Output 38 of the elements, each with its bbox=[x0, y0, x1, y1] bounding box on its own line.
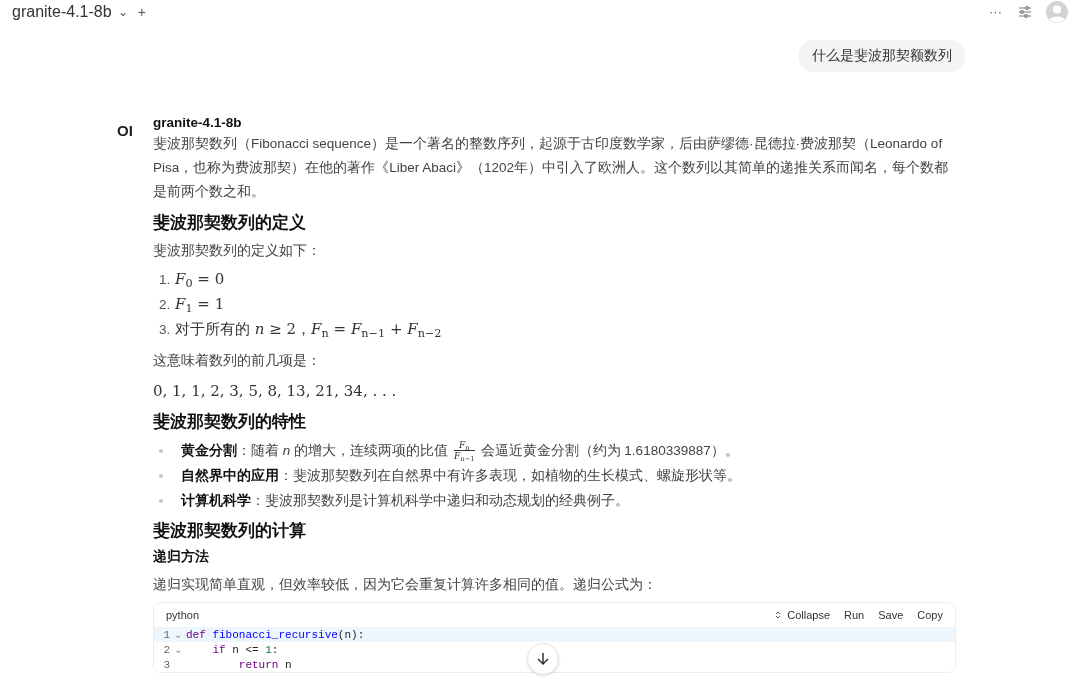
collapse-icon bbox=[775, 610, 782, 621]
model-name[interactable]: granite-4.1-8b bbox=[12, 0, 112, 24]
list-item-text: F$_{1}$ = 1 bbox=[175, 294, 225, 316]
fraction-formula: F$_{n}$ F$_{n−1}$ bbox=[454, 440, 475, 462]
paragraph-text: 斐波那契数列的定义如下： bbox=[153, 242, 322, 261]
bullet-icon bbox=[159, 473, 163, 478]
subsection-heading: 递归方法 bbox=[153, 548, 210, 567]
list-number: 2. bbox=[159, 296, 172, 315]
arrow-down-icon bbox=[536, 652, 550, 666]
new-chat-button[interactable]: + bbox=[137, 1, 146, 23]
section-heading: 斐波那契数列的特性 bbox=[153, 411, 307, 434]
more-button[interactable]: ··· bbox=[989, 2, 1002, 22]
assistant-avatar: OI bbox=[117, 121, 134, 142]
section-heading: 斐波那契数列的计算 bbox=[153, 520, 307, 543]
math-formula: 0, 1, 1, 2, 3, 5, 8, 13, 21, 34, . . . bbox=[153, 381, 398, 403]
assistant-name: granite-4.1-8b bbox=[153, 114, 243, 133]
list-item-text: 计算机科学：斐波那契数列是计算机科学中递归和动态规划的经典例子。 bbox=[181, 491, 629, 510]
user-message: 什么是斐波那契额数列 bbox=[798, 40, 966, 73]
list-number: 1. bbox=[159, 271, 172, 290]
code-action-button[interactable]: Copy bbox=[917, 607, 943, 624]
code-language: python bbox=[166, 608, 200, 623]
code-action-button[interactable]: Collapse bbox=[787, 607, 831, 624]
chevron-icon[interactable]: ⌄ bbox=[117, 3, 128, 21]
list-item-text: 自然界中的应用：斐波那契数列在自然界中有许多表现，如植物的生长模式、螺旋形状等。 bbox=[181, 466, 741, 485]
section-heading: 斐波那契数列的定义 bbox=[153, 212, 307, 235]
list-number: 3. bbox=[159, 321, 172, 340]
list-item-text: F$_{0}$ = 0 bbox=[175, 269, 225, 291]
settings-icon[interactable] bbox=[1018, 5, 1032, 19]
list-item-text: 会逼近黄金分割（约为 1.6180339887）。 bbox=[480, 441, 739, 460]
paragraph-text: 这意味着数列的前几项是： bbox=[153, 352, 322, 371]
list-item-text: 黄金分割：随着 n 的增大，连续两项的比值 bbox=[181, 441, 449, 460]
bullet-icon bbox=[159, 448, 163, 453]
paragraph-text: 斐波那契数列（Fibonacci sequence）是一个著名的整数序列，起源于古印度数学家，后由萨缪德·昆德拉·费波那契（Leonardo of Pisa，也称为费波那契）在他的著作《Liber Abaci》（1202年）中引入了欧洲人。这个数列以其简单的递推关系而闻名，每个数都是前两个数之和。 bbox=[153, 135, 950, 202]
code-action-button[interactable]: Save bbox=[878, 607, 904, 624]
paragraph-text: 递归实现简单直观，但效率较低，因为它会重复计算许多相同的值。递归公式为： bbox=[153, 576, 658, 595]
bullet-icon bbox=[159, 498, 163, 503]
list-item-text: 对于所有的 n ≥ 2，F$_{n}$ = F$_{n−1}$ + F$_{n−2}$ bbox=[175, 319, 442, 341]
code-action-button[interactable]: Run bbox=[844, 607, 865, 624]
